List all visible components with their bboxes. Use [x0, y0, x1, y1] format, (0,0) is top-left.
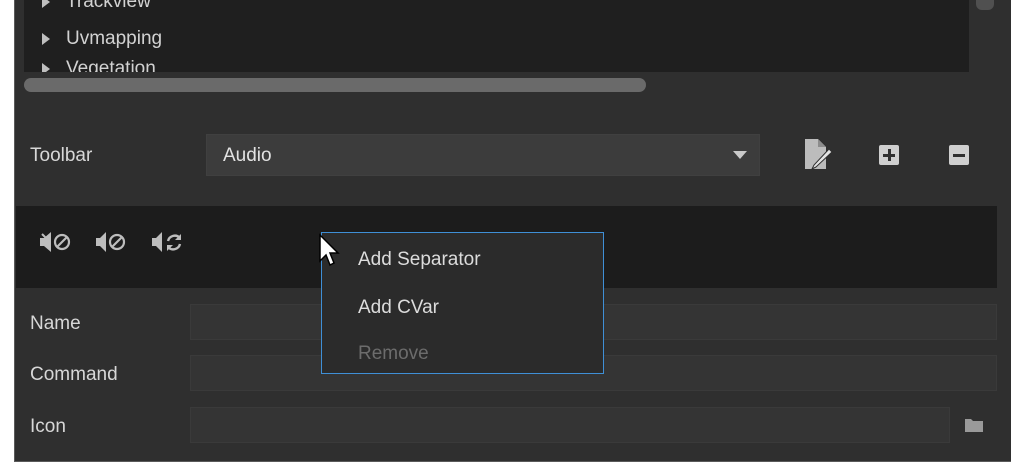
tree-item-label: Uvmapping: [66, 28, 163, 49]
remove-toolbar-button[interactable]: [947, 143, 971, 167]
menu-item-add-separator[interactable]: Add Separator: [358, 249, 481, 271]
category-tree[interactable]: Trackview Uvmapping Vegetation: [24, 0, 969, 72]
toolbar-select-value: Audio: [223, 145, 272, 166]
context-menu[interactable]: Add Separator Add CVar Remove: [321, 232, 604, 374]
folder-icon: [965, 419, 983, 432]
vertical-scrollbar-thumb[interactable]: [976, 0, 994, 10]
tree-item-trackview[interactable]: Trackview: [42, 0, 151, 13]
plus-icon: [879, 145, 899, 165]
expand-arrow-icon[interactable]: [42, 0, 50, 8]
pencil-page-icon: [805, 139, 833, 171]
audio-mute-icon[interactable]: [38, 230, 74, 254]
tree-item-uvmapping[interactable]: Uvmapping: [42, 28, 162, 50]
menu-item-add-cvar[interactable]: Add CVar: [358, 297, 439, 319]
horizontal-scrollbar-thumb[interactable]: [24, 78, 646, 92]
tree-item-label: Trackview: [66, 0, 151, 12]
audio-stop-icon[interactable]: [92, 230, 128, 254]
command-label: Command: [30, 364, 118, 385]
horizontal-scrollbar[interactable]: [24, 74, 969, 96]
icon-field[interactable]: [190, 407, 950, 443]
minus-icon: [949, 145, 969, 165]
browse-icon-button[interactable]: [962, 414, 986, 436]
tree-item-label: Vegetation: [66, 58, 156, 72]
audio-refresh-icon[interactable]: [148, 230, 184, 254]
expand-arrow-icon[interactable]: [42, 33, 50, 45]
edit-toolbar-button[interactable]: [800, 136, 836, 172]
name-label: Name: [30, 313, 81, 334]
add-toolbar-button[interactable]: [877, 143, 901, 167]
expand-arrow-icon[interactable]: [42, 63, 50, 72]
mouse-cursor-icon: [319, 233, 340, 267]
toolbar-select[interactable]: Audio: [206, 134, 760, 176]
menu-item-remove: Remove: [358, 343, 429, 364]
tree-item-vegetation[interactable]: Vegetation: [42, 58, 156, 72]
icon-label: Icon: [30, 416, 66, 437]
chevron-down-icon: [733, 151, 747, 159]
toolbar-label: Toolbar: [30, 145, 93, 166]
